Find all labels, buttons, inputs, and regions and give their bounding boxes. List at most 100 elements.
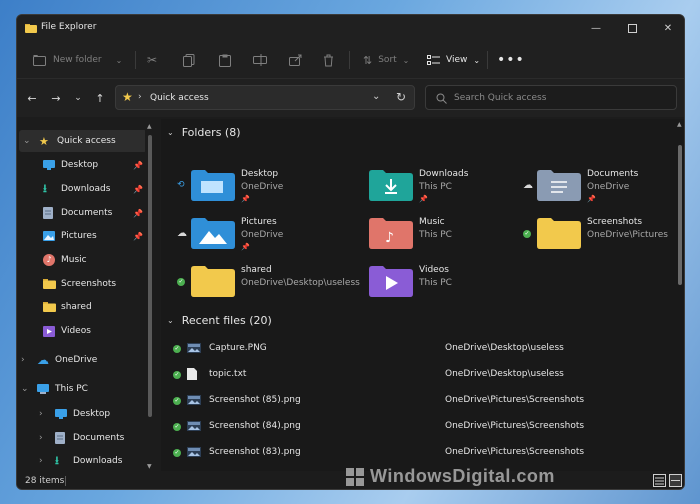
sidebar-item-documents[interactable]: Documents 📌 — [17, 202, 145, 224]
expand-chevron-icon[interactable]: › — [39, 409, 43, 419]
folder-icon — [191, 217, 235, 252]
folders-section-header[interactable]: ⌄ Folders (8) — [167, 123, 241, 141]
content-scroll-thumb[interactable] — [678, 145, 682, 285]
sidebar-item-label: Documents — [61, 208, 113, 218]
paste-button[interactable] — [219, 41, 231, 79]
expand-chevron-icon[interactable]: ⌄ — [21, 384, 29, 394]
sidebar-item-label: Quick access — [57, 136, 116, 146]
folder-tile-shared[interactable]: ✓ shared OneDrive\Desktop\useless — [171, 263, 360, 305]
new-folder-button[interactable]: New folder ⌄ — [33, 41, 122, 79]
up-button[interactable]: ↑ — [91, 89, 109, 107]
folder-name: Downloads — [419, 169, 469, 179]
content-pane: ⌄ Folders (8) ⟲ Desktop OneDrive 📌 Downloads… — [161, 119, 677, 483]
folder-location: OneDrive\Desktop\useless — [241, 278, 360, 288]
delete-button[interactable] — [323, 41, 334, 79]
sidebar-item-downloads[interactable]: › ⭳ Downloads — [17, 450, 145, 472]
image-file-icon — [187, 395, 201, 405]
sidebar-item-documents[interactable]: › Documents — [17, 427, 145, 449]
sidebar-item-onedrive[interactable]: › ☁ OneDrive — [17, 349, 145, 371]
more-options-button[interactable]: ••• — [497, 41, 525, 79]
recent-locations-button[interactable]: ⌄ — [69, 89, 87, 107]
arrow-up-icon: ↑ — [95, 91, 105, 105]
new-folder-icon — [33, 55, 46, 66]
check-icon: ✓ — [523, 230, 531, 238]
folder-tile-music[interactable]: ♪ Music This PC — [349, 215, 509, 257]
sort-button[interactable]: ⇅ Sort ⌄ — [363, 41, 409, 79]
sidebar-scrollbar[interactable]: ▲ ▼ — [145, 123, 155, 471]
tiles-view-button[interactable] — [669, 474, 682, 487]
expand-chevron-icon[interactable]: ⌄ — [23, 136, 31, 146]
recent-file-row[interactable]: ✓ topic.txt OneDrive\Desktop\useless — [161, 361, 661, 387]
sidebar-item-this-pc[interactable]: ⌄ This PC — [17, 378, 145, 400]
back-button[interactable]: ← — [23, 89, 41, 107]
scroll-up-icon: ▲ — [147, 123, 152, 130]
folder-tile-screenshots[interactable]: ✓ Screenshots OneDrive\Pictures — [517, 215, 677, 257]
minimize-button[interactable]: — — [578, 15, 614, 41]
sidebar-item-music[interactable]: ♪ Music — [17, 249, 145, 271]
folder-icon — [191, 169, 235, 204]
desktop-icon — [43, 160, 55, 170]
recent-file-row[interactable]: ✓ Capture.PNG OneDrive\Desktop\useless — [161, 335, 661, 361]
sidebar-item-desktop[interactable]: Desktop 📌 — [17, 154, 145, 176]
chevron-down-icon: ⌄ — [167, 315, 174, 325]
recent-file-row[interactable]: ✓ Screenshot (84).png OneDrive\Pictures\Sc… — [161, 413, 661, 439]
sidebar-item-pictures[interactable]: Pictures 📌 — [17, 225, 145, 247]
address-bar[interactable]: ★ › Quick access ⌄ ↻ — [115, 85, 415, 110]
folder-tile-desktop[interactable]: ⟲ Desktop OneDrive 📌 — [171, 167, 331, 209]
share-button[interactable] — [289, 41, 302, 79]
view-button[interactable]: View ⌄ — [427, 41, 480, 79]
folder-tile-downloads[interactable]: Downloads This PC 📌 — [349, 167, 509, 209]
sync-icon: ⟲ — [177, 180, 185, 190]
sidebar-item-label: shared — [61, 302, 92, 312]
recent-file-path: OneDrive\Desktop\useless — [445, 369, 564, 379]
recent-file-path: OneDrive\Pictures\Screenshots — [445, 421, 585, 431]
expand-chevron-icon[interactable]: › — [39, 433, 43, 443]
videos-icon — [43, 325, 55, 337]
recent-file-row[interactable]: ✓ Screenshot (83).png OneDrive\Pictures\Sc… — [161, 439, 661, 465]
folder-icon — [537, 169, 581, 204]
expand-chevron-icon[interactable]: › — [39, 456, 43, 466]
refresh-icon[interactable]: ↻ — [396, 90, 406, 104]
sidebar-item-label: Pictures — [61, 231, 97, 241]
sort-icon: ⇅ — [363, 53, 373, 67]
recent-files-section-header[interactable]: ⌄ Recent files (20) — [167, 311, 272, 329]
rename-button[interactable] — [253, 41, 267, 79]
cloud-icon: ☁ — [523, 180, 533, 191]
breadcrumb-quick-access[interactable]: Quick access — [150, 93, 209, 103]
maximize-button[interactable] — [614, 15, 650, 41]
content-scrollbar[interactable]: ▲ — [676, 119, 684, 471]
cloud-icon: ☁ — [177, 228, 187, 239]
sidebar-item-desktop[interactable]: › Desktop — [17, 403, 145, 425]
folder-tile-pictures[interactable]: ☁ Pictures OneDrive 📌 — [171, 215, 331, 257]
chevron-down-icon[interactable]: ⌄ — [372, 91, 380, 102]
cut-button[interactable]: ✂ — [147, 41, 157, 79]
search-icon — [436, 93, 447, 104]
recent-files-heading: Recent files (20) — [181, 313, 272, 327]
search-input[interactable]: Search Quick access — [425, 85, 677, 110]
close-button[interactable]: ✕ — [650, 15, 684, 41]
sidebar-item-quick-access[interactable]: ⌄ ★ Quick access — [19, 130, 147, 152]
sidebar-item-downloads[interactable]: ⭳ Downloads 📌 — [17, 178, 145, 200]
address-row: ← → ⌄ ↑ ★ › Quick access ⌄ ↻ Search Quic… — [17, 79, 684, 117]
folder-tile-videos[interactable]: Videos This PC — [349, 263, 509, 305]
forward-button[interactable]: → — [47, 89, 65, 107]
recent-file-path: OneDrive\Desktop\useless — [445, 343, 564, 353]
details-view-button[interactable] — [653, 474, 666, 487]
pc-icon — [37, 384, 49, 394]
sidebar-item-videos[interactable]: Videos — [17, 320, 145, 342]
copy-button[interactable] — [183, 41, 195, 79]
folder-location: OneDrive — [587, 182, 630, 192]
sidebar-item-label: Videos — [61, 326, 91, 336]
pin-icon: 📌 — [241, 195, 250, 203]
folder-tile-documents[interactable]: ☁ Documents OneDrive 📌 — [517, 167, 677, 209]
pin-icon: 📌 — [133, 231, 143, 241]
arrow-left-icon: ← — [27, 91, 37, 105]
paste-icon — [219, 54, 231, 67]
recent-file-row[interactable]: ✓ Screenshot (85).png OneDrive\Pictures\Sc… — [161, 387, 661, 413]
expand-chevron-icon[interactable]: › — [21, 355, 25, 365]
more-icon: ••• — [497, 52, 525, 68]
recent-file-path: OneDrive\Pictures\Screenshots — [445, 395, 585, 405]
sidebar-scroll-thumb[interactable] — [148, 135, 152, 417]
sidebar-item-screenshots[interactable]: Screenshots — [17, 273, 145, 295]
sidebar-item-shared[interactable]: shared — [17, 296, 145, 318]
